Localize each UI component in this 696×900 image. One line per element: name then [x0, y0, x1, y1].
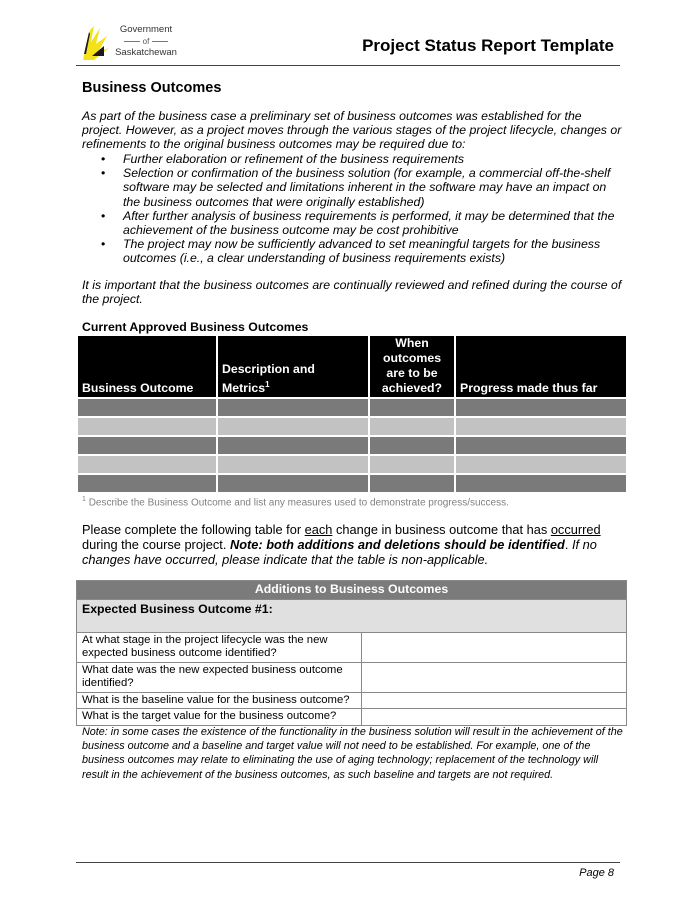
table-cell[interactable] — [78, 418, 216, 435]
table-row — [78, 456, 626, 473]
table-cell[interactable] — [370, 437, 454, 454]
page-number: Page 8 — [579, 867, 614, 879]
table-row — [78, 399, 626, 416]
footnote: 1 Describe the Business Outcome and list… — [82, 496, 509, 508]
table-cell[interactable] — [218, 418, 368, 435]
table-cell[interactable] — [456, 475, 626, 492]
header-divider — [76, 65, 620, 66]
table-row — [78, 437, 626, 454]
table-cell[interactable] — [78, 399, 216, 416]
question-cell: What is the baseline value for the busin… — [76, 691, 362, 709]
list-item: After further analysis of business requi… — [82, 209, 622, 237]
table-row: What date was the new expected business … — [76, 661, 627, 693]
answer-cell[interactable] — [361, 631, 627, 663]
logo-line-saskatchewan: Saskatchewan — [115, 47, 177, 58]
table-cell[interactable] — [78, 475, 216, 492]
table-row — [78, 418, 626, 435]
instructions-note: Note: both additions and deletions shoul… — [229, 537, 565, 552]
reasons-list: Further elaboration or refinement of the… — [82, 152, 622, 266]
government-logo: Government of Saskatchewan — [80, 22, 180, 64]
question-cell: At what stage in the project lifecycle w… — [76, 631, 362, 663]
saskatchewan-wheat-logo-icon — [83, 26, 109, 60]
footnote-mark: 1 — [82, 496, 86, 503]
table-cell[interactable] — [218, 399, 368, 416]
additions-banner: Additions to Business Outcomes — [76, 580, 627, 600]
table-cell[interactable] — [218, 475, 368, 492]
footer-divider — [76, 862, 620, 863]
table-cell[interactable] — [456, 456, 626, 473]
table-cell[interactable] — [370, 475, 454, 492]
table-row: At what stage in the project lifecycle w… — [76, 631, 627, 663]
table-cell[interactable] — [370, 399, 454, 416]
table-cell[interactable] — [78, 437, 216, 454]
document-title: Project Status Report Template — [362, 36, 614, 55]
question-cell: What date was the new expected business … — [76, 661, 362, 693]
instructions-text: during the course project. — [82, 537, 230, 552]
important-paragraph: It is important that the business outcom… — [82, 278, 622, 307]
column-header-when: When outcomes are to be achieved? — [370, 336, 454, 397]
footnote-ref: 1 — [265, 379, 270, 389]
approved-outcomes-table: Business Outcome Description and Metrics… — [76, 334, 628, 494]
emphasis-each: each — [304, 522, 333, 537]
column-header-description: Description and Metrics1 — [218, 336, 368, 397]
logo-line-government: Government — [119, 24, 173, 35]
list-item: Further elaboration or refinement of the… — [82, 152, 622, 166]
table-row: What is the target value for the busines… — [76, 708, 627, 726]
table-cell[interactable] — [456, 418, 626, 435]
column-header-progress: Progress made thus far — [456, 336, 626, 397]
intro-paragraph: As part of the business case a prelimina… — [82, 109, 622, 152]
instructions-text: Please complete the following table for — [82, 522, 305, 537]
answer-cell[interactable] — [361, 708, 627, 726]
list-item: The project may now be sufficiently adva… — [82, 237, 622, 265]
table-cell[interactable] — [218, 437, 368, 454]
additions-note: Note: in some cases the existence of the… — [82, 726, 623, 781]
section-heading: Business Outcomes — [82, 80, 222, 96]
instructions-paragraph: Please complete the following table for … — [82, 522, 622, 567]
table-cell[interactable] — [78, 456, 216, 473]
answer-cell[interactable] — [361, 661, 627, 693]
instructions-text: . — [564, 537, 572, 552]
footnote-text: Describe the Business Outcome and list a… — [88, 497, 509, 509]
approved-table-heading: Current Approved Business Outcomes — [82, 320, 309, 334]
additions-table: Additions to Business Outcomes Expected … — [76, 580, 627, 726]
list-item: Selection or confirmation of the busines… — [82, 166, 622, 209]
table-row — [78, 475, 626, 492]
table-cell[interactable] — [456, 399, 626, 416]
emphasis-occurred: occurred — [550, 522, 601, 537]
instructions-text: change in business outcome that has — [332, 522, 551, 537]
table-header-row: Business Outcome Description and Metrics… — [78, 336, 626, 397]
table-row: What is the baseline value for the busin… — [76, 691, 627, 709]
column-header-business-outcome: Business Outcome — [78, 336, 216, 397]
expected-outcome-heading: Expected Business Outcome #1: — [76, 598, 627, 633]
answer-cell[interactable] — [361, 691, 627, 709]
question-cell: What is the target value for the busines… — [76, 708, 362, 726]
table-cell[interactable] — [370, 456, 454, 473]
table-cell[interactable] — [370, 418, 454, 435]
table-cell[interactable] — [456, 437, 626, 454]
logo-line-of: of — [113, 36, 179, 47]
table-cell[interactable] — [218, 456, 368, 473]
